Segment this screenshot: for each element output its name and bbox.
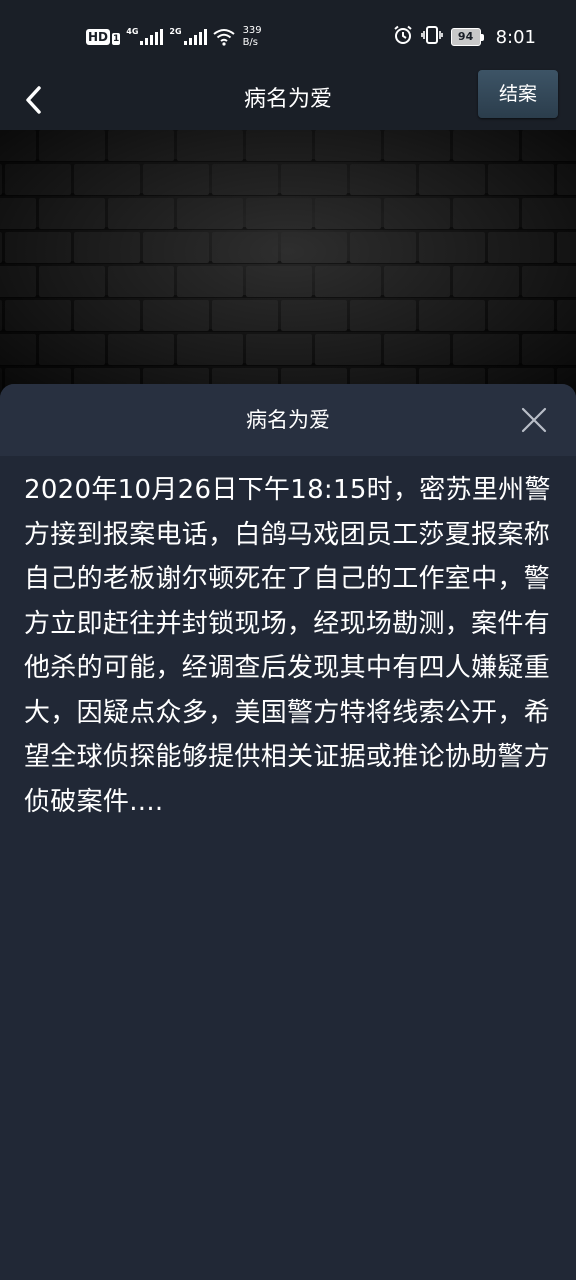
close-icon (521, 407, 547, 433)
status-bar-left: HD 1 4G 2G 339 B/s (86, 22, 262, 52)
sheet-header: 病名为爱 (0, 384, 576, 456)
network-speed: 339 B/s (243, 25, 262, 49)
case-description: 2020年10月26日下午18:15时，密苏里州警方接到报案电话，白鸽马戏团员工… (24, 475, 551, 817)
battery-level: 94 (450, 28, 481, 46)
nav-bar: 病名为爱 结案 (0, 70, 576, 130)
signal-icon (183, 29, 207, 45)
sheet-title: 病名为爱 (246, 408, 330, 432)
status-bar-right: 94 8:01 (393, 22, 536, 52)
hd-sub-label: 1 (112, 33, 121, 45)
wifi-icon (212, 28, 235, 46)
hd-icon: HD (86, 29, 111, 45)
speed-unit: B/s (242, 37, 259, 48)
sim2-network-label: 2G (169, 26, 182, 36)
close-button[interactable] (518, 404, 550, 436)
vibrate-icon (420, 25, 443, 49)
case-intro-sheet: 病名为爱 2020年10月26日下午18:15时，密苏里州警方接到报案电话，白鸽… (0, 384, 576, 1280)
status-time: 8:01 (495, 26, 536, 48)
sim1-network-label: 4G (126, 26, 139, 36)
close-case-button[interactable]: 结案 (478, 70, 558, 118)
status-bar: HD 1 4G 2G 339 B/s 94 8:01 (0, 0, 576, 72)
battery-icon: 94 (450, 28, 484, 46)
alarm-icon (393, 25, 413, 49)
case-cover-image (0, 130, 576, 400)
speed-value: 339 (242, 25, 262, 36)
signal-icon (140, 29, 164, 45)
